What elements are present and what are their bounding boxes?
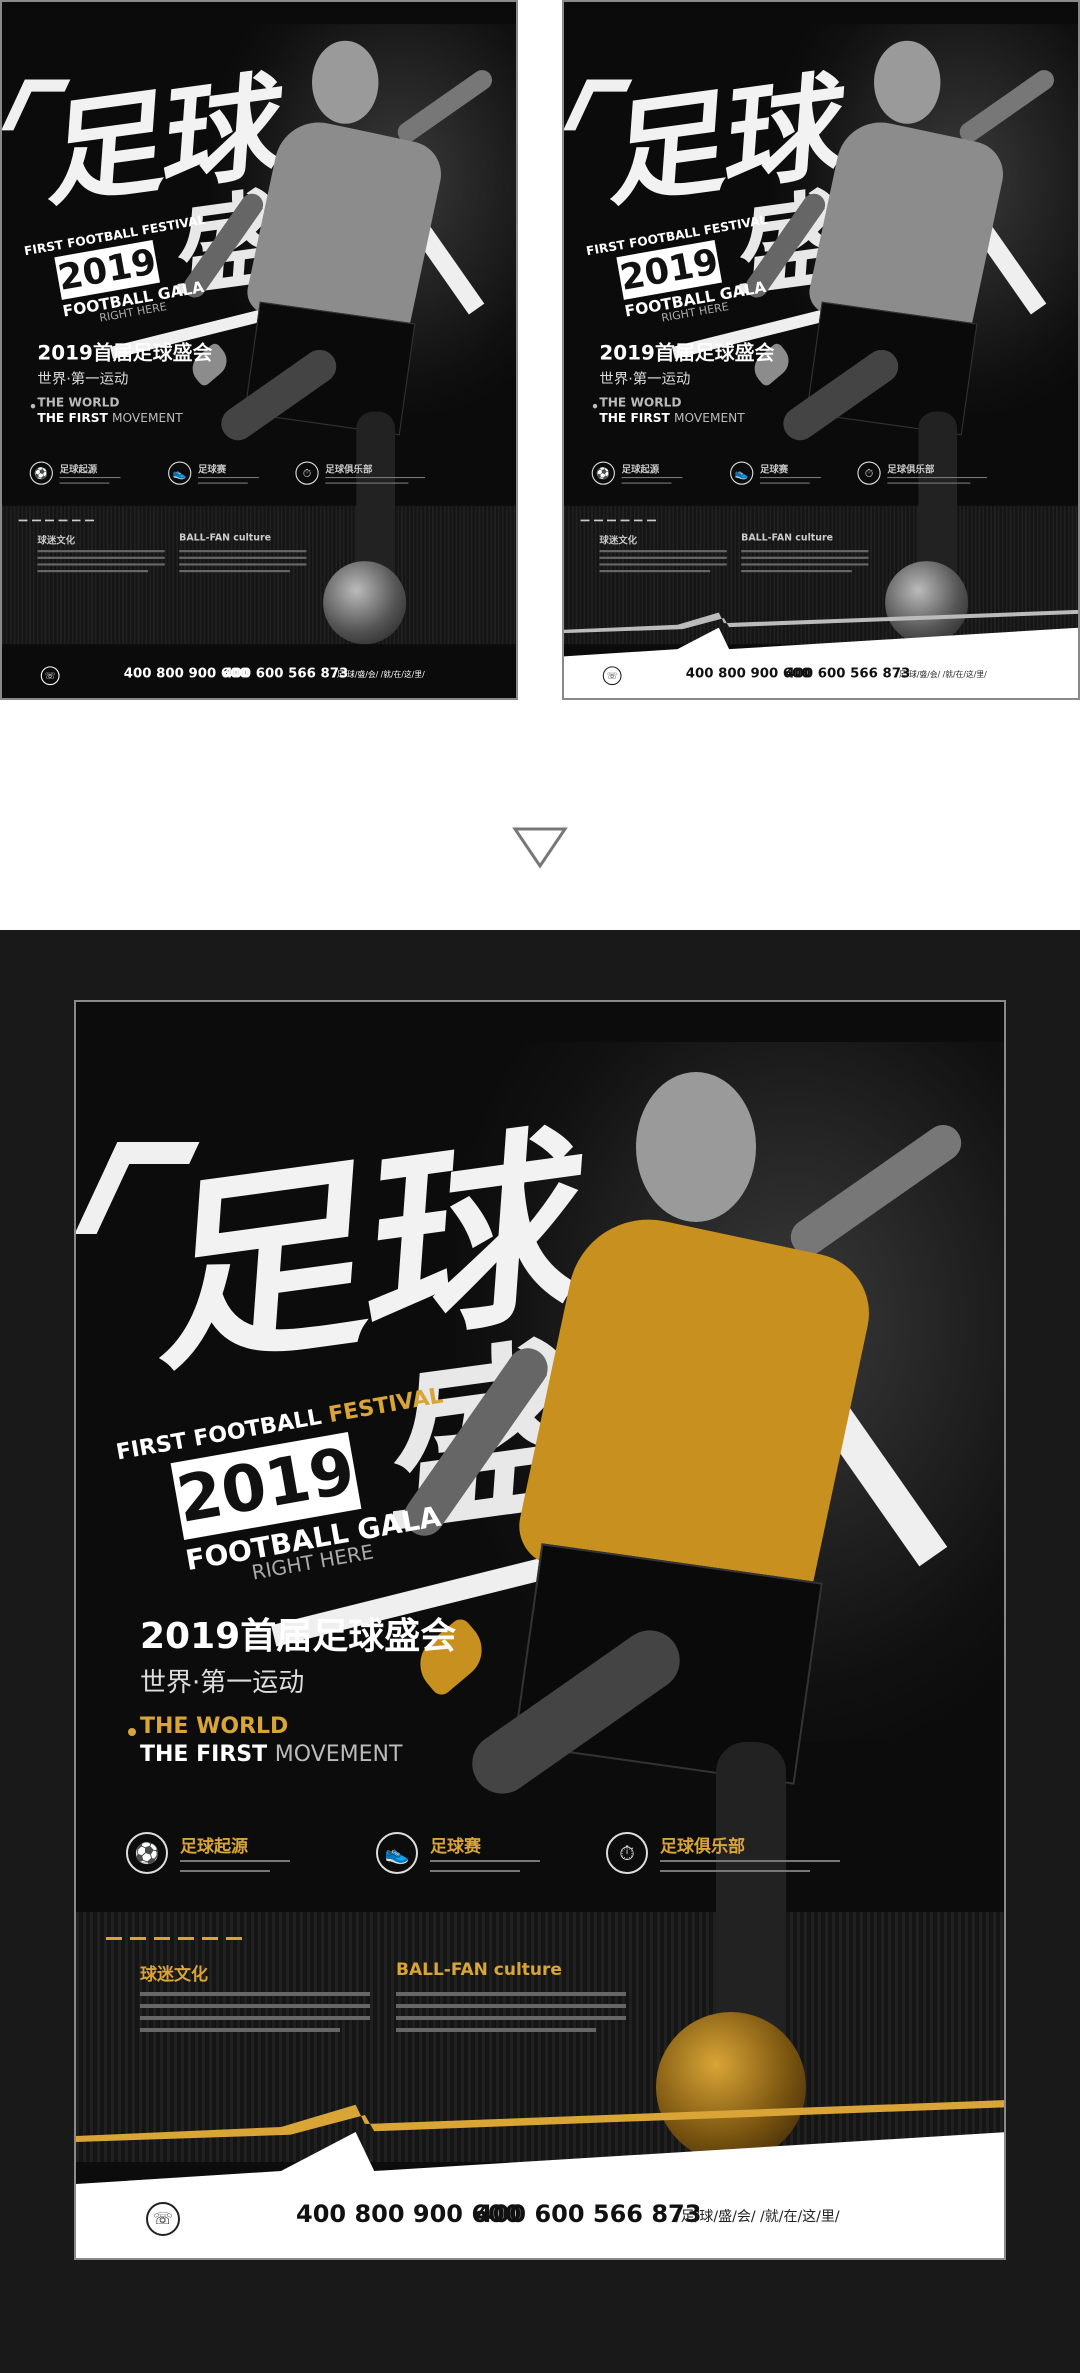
poster-version-black: 足球 盛会 FIRST FOOTBALL FESTIVAL 2019 FOOTB…: [0, 0, 518, 700]
slogan: /足/球/盛/会/ /就/在/这/里/: [676, 2209, 840, 2225]
soccer-ball: [656, 2012, 806, 2162]
phone-number: 400 600 566 873: [223, 665, 349, 681]
headline: 2019首届足球盛会: [140, 1616, 457, 1657]
phone-icon: ☏: [40, 666, 60, 686]
stopwatch-icon: ⏱: [857, 461, 881, 485]
soccer-ball-icon: ⚽: [591, 461, 615, 485]
soccer-ball-icon: ⚽: [126, 1832, 168, 1874]
world-line1: THE WORLD: [599, 396, 682, 411]
section-title: 球迷文化: [140, 1965, 208, 1985]
phone-icon: ☏: [146, 2202, 180, 2236]
slogan: /足/球/盛/会/ /就/在/这/里/: [334, 670, 425, 680]
boot-icon: 👟: [730, 461, 754, 485]
world-line2: THE FIRST MOVEMENT: [599, 411, 745, 426]
soccer-ball: [885, 561, 969, 645]
bullet-dot: [128, 1728, 136, 1736]
boot-icon: 👟: [168, 461, 192, 485]
section-title: BALL-FAN culture: [179, 532, 272, 544]
bullet-dot: [30, 403, 36, 409]
soccer-ball: [323, 561, 407, 645]
player-head: [636, 1072, 756, 1222]
slogan: /足/球/盛/会/ /就/在/这/里/: [896, 670, 987, 680]
soccer-ball-icon: ⚽: [29, 461, 53, 485]
subline: 世界·第一运动: [140, 1668, 305, 1698]
poster-final-gold: 足球 盛会 FIRST FOOTBALL FESTIVAL 2019 FOOTB…: [74, 1000, 1006, 2260]
section-title: BALL-FAN culture: [396, 1960, 562, 1980]
phone-number: 400 600 566 873: [785, 665, 911, 681]
subline: 世界·第一运动: [599, 370, 691, 388]
headline: 2019首届足球盛会: [599, 341, 775, 365]
world-line1: THE WORLD: [37, 396, 120, 411]
poster-version-gray: 足球 盛会 FIRST FOOTBALL FESTIVAL 2019 FOOTB…: [562, 0, 1080, 700]
stopwatch-icon: ⏱: [295, 461, 319, 485]
down-arrow-icon: [512, 827, 568, 869]
player-head: [874, 40, 941, 124]
subline: 世界·第一运动: [37, 370, 129, 388]
section-title: 球迷文化: [599, 535, 638, 547]
bullet-dot: [592, 403, 598, 409]
world-line2: THE FIRST MOVEMENT: [140, 1742, 403, 1767]
divider-dash: [106, 1937, 246, 1940]
headline: 2019首届足球盛会: [37, 341, 213, 365]
section-title: 球迷文化: [37, 535, 76, 547]
stadium-crowd: [2, 505, 516, 645]
divider-dash: [18, 519, 97, 522]
phone-icon: ☏: [602, 666, 622, 686]
world-line2: THE FIRST MOVEMENT: [37, 411, 183, 426]
phone-number: 400 600 566 873: [476, 2200, 702, 2228]
divider-dash: [580, 519, 659, 522]
section-title: BALL-FAN culture: [741, 532, 834, 544]
world-line1: THE WORLD: [140, 1714, 289, 1739]
player-head: [312, 40, 379, 124]
stopwatch-icon: ⏱: [606, 1832, 648, 1874]
boot-icon: 👟: [376, 1832, 418, 1874]
